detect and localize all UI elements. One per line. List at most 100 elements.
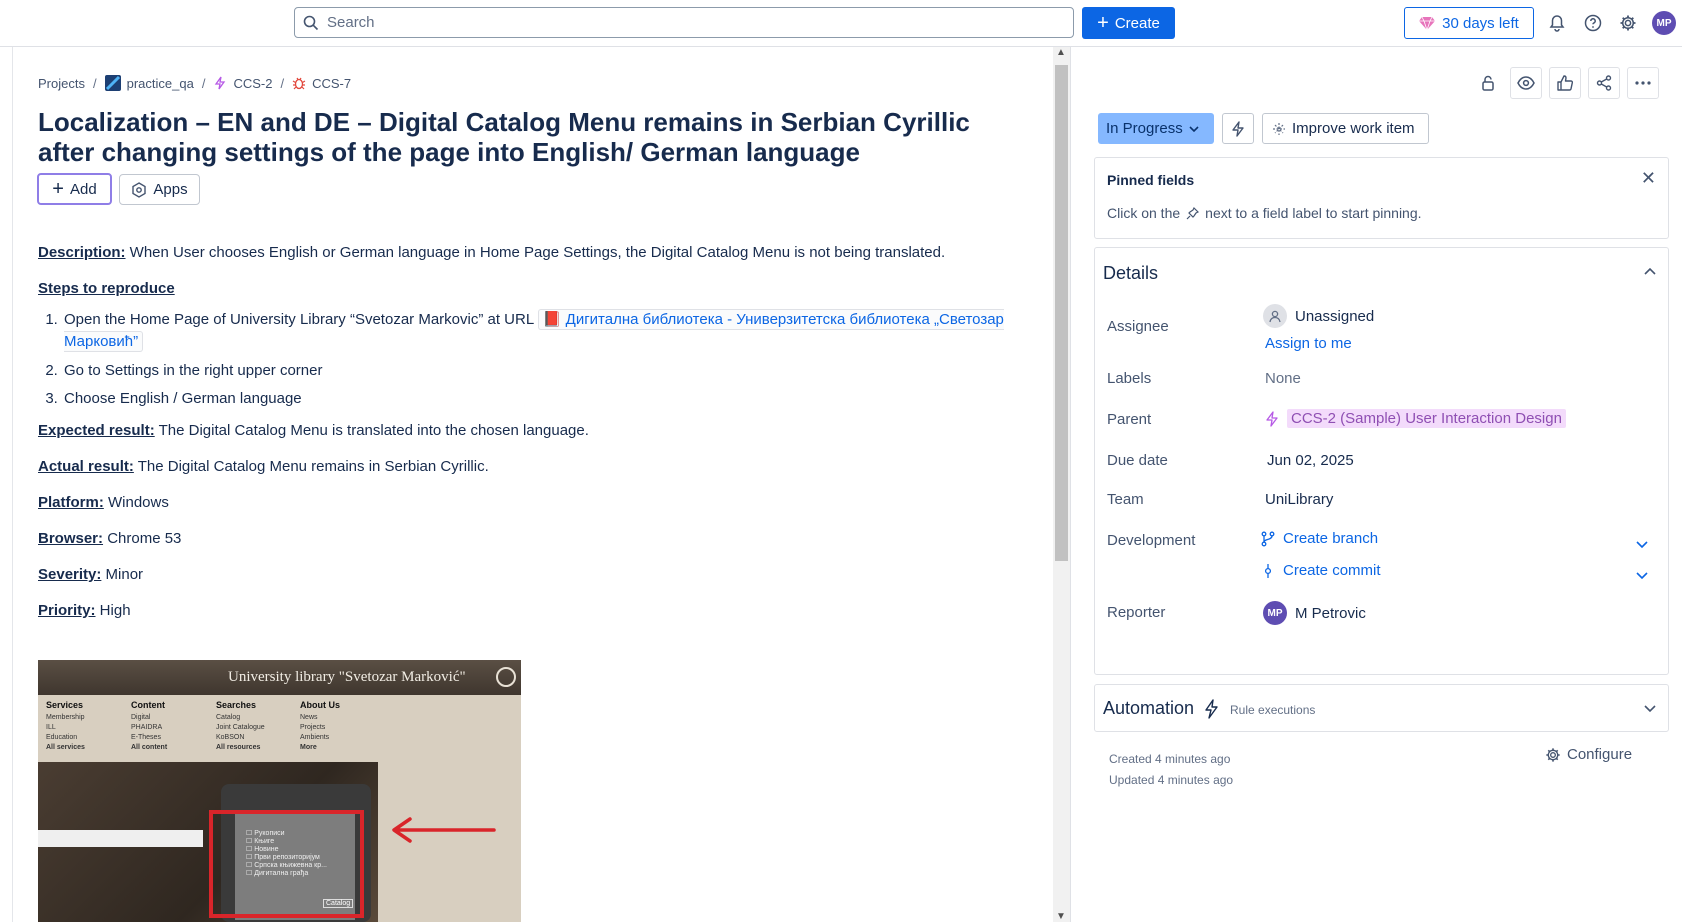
configure-button[interactable]: Configure	[1545, 746, 1632, 763]
automation-lightning-icon	[1205, 699, 1218, 719]
chevron-up-icon[interactable]	[1644, 262, 1656, 278]
automation-actions-button[interactable]	[1222, 113, 1254, 144]
pin-icon	[1186, 206, 1200, 219]
breadcrumb-parent[interactable]: CCS-2	[213, 76, 272, 91]
create-label: Create	[1114, 14, 1160, 32]
reporter-name: M Petrovic	[1295, 604, 1366, 622]
close-icon[interactable]: ✕	[1641, 168, 1656, 189]
severity-text: Minor	[101, 566, 144, 583]
steps-label: Steps to reproduce	[38, 280, 175, 297]
breadcrumb-current[interactable]: CCS-7	[292, 76, 351, 91]
scroll-down-arrow-icon[interactable]: ▼	[1056, 911, 1066, 922]
breadcrumb: Projects / practice_qa / CCS-2 / CCS-7	[38, 75, 351, 91]
help-icon[interactable]	[1582, 12, 1604, 34]
epic-lightning-icon	[1266, 410, 1278, 427]
lock-icon[interactable]	[1472, 67, 1504, 99]
automation-card[interactable]: Automation Rule executions	[1094, 684, 1669, 732]
assignee-value[interactable]: Unassigned	[1263, 304, 1374, 328]
issue-title[interactable]: Localization – EN and DE – Digital Catal…	[38, 107, 998, 167]
details-card: Details Assignee Unassigned Assign to me…	[1094, 247, 1669, 675]
details-title[interactable]: Details	[1103, 263, 1158, 284]
notifications-bell-icon[interactable]	[1546, 12, 1568, 34]
project-avatar-icon	[104, 75, 121, 91]
bug-icon	[292, 77, 306, 90]
settings-gear-icon[interactable]	[1617, 12, 1639, 34]
attached-screenshot[interactable]: University library "Svetozar Marković" S…	[38, 660, 521, 922]
lightning-icon	[1232, 120, 1244, 137]
search-icon	[303, 15, 319, 30]
platform-label: Platform:	[38, 494, 104, 511]
platform-text: Windows	[103, 494, 169, 511]
create-button[interactable]: + Create	[1082, 7, 1175, 39]
breadcrumb-separator: /	[201, 75, 206, 91]
parent-label: Parent	[1107, 411, 1152, 428]
status-dropdown[interactable]: In Progress	[1098, 113, 1214, 144]
pinned-fields-title: Pinned fields	[1107, 172, 1195, 188]
screenshot-site-title: University library "Svetozar Marković"	[228, 669, 466, 685]
share-icon[interactable]	[1588, 67, 1620, 99]
scroll-up-arrow-icon[interactable]: ▲	[1056, 47, 1066, 58]
add-label: Add	[69, 180, 97, 198]
create-branch-label: Create branch	[1283, 530, 1379, 547]
create-branch-link[interactable]: Create branch	[1261, 530, 1378, 547]
reporter-avatar: MP	[1263, 601, 1287, 625]
more-actions-icon[interactable]	[1627, 67, 1659, 99]
top-navigation-bar: + Create 30 days left MP	[0, 0, 1682, 47]
severity: Severity: Minor	[38, 565, 1018, 585]
assign-to-me-link[interactable]: Assign to me	[1265, 335, 1352, 352]
reporter-value[interactable]: MP M Petrovic	[1263, 601, 1366, 625]
main-scrollbar[interactable]: ▲ ▼	[1053, 47, 1070, 922]
breadcrumb-separator: /	[92, 75, 97, 91]
labels-value[interactable]: None	[1265, 370, 1301, 387]
actual-result: Actual result: The Digital Catalog Menu …	[38, 457, 1018, 477]
menu-all: All resources	[216, 744, 261, 751]
parent-value[interactable]: CCS-2 (Sample) User Interaction Design	[1265, 409, 1566, 428]
search-input[interactable]	[327, 14, 1027, 31]
apps-icon	[132, 181, 147, 198]
user-avatar[interactable]: MP	[1652, 11, 1676, 35]
menu-all: All services	[46, 744, 85, 751]
expected-text: The Digital Catalog Menu is translated i…	[154, 422, 589, 439]
breadcrumb-project[interactable]: practice_qa	[104, 75, 194, 91]
trial-days-button[interactable]: 30 days left	[1404, 7, 1534, 39]
branch-chevron-down-icon[interactable]	[1636, 536, 1648, 552]
menu-heading: About Us	[300, 700, 340, 710]
parent-link[interactable]: CCS-2 (Sample) User Interaction Design	[1287, 409, 1566, 428]
search-box[interactable]	[294, 7, 1074, 38]
team-value[interactable]: UniLibrary	[1265, 491, 1333, 508]
menu-item: E-Theses	[131, 734, 161, 741]
step-item: Choose English / German language	[62, 389, 1018, 409]
description-paragraph: Description: When User chooses English o…	[38, 243, 1018, 263]
priority-label: Priority:	[38, 602, 96, 619]
vote-thumbs-up-icon[interactable]	[1549, 67, 1581, 99]
screenshot-menu-column: About Us News Projects Ambients More	[300, 700, 340, 753]
chevron-down-icon[interactable]	[1644, 700, 1656, 716]
menu-item: Joint Catalogue	[216, 724, 265, 731]
priority: Priority: High	[38, 601, 1018, 621]
menu-item: Catalog	[216, 714, 241, 721]
screenshot-menu-column: Services Membership ILL Education All se…	[46, 700, 85, 753]
breadcrumb-projects[interactable]: Projects	[38, 76, 85, 91]
improve-work-item-button[interactable]: Improve work item	[1262, 113, 1429, 144]
add-button[interactable]: + Add	[37, 173, 112, 205]
issue-description[interactable]: Description: When User chooses English o…	[38, 243, 1018, 637]
issue-main-content: Projects / practice_qa / CCS-2 / CCS-7 L…	[13, 47, 1053, 922]
scrollbar-thumb[interactable]	[1055, 65, 1068, 561]
due-date-value[interactable]: Jun 02, 2025	[1267, 452, 1354, 469]
pinned-hint-after: next to a field label to start pinning.	[1205, 205, 1422, 221]
apps-button[interactable]: Apps	[119, 174, 200, 205]
red-arrow-icon	[392, 817, 496, 843]
watch-eye-icon[interactable]	[1510, 67, 1542, 99]
menu-item: News	[300, 714, 318, 721]
menu-all: More	[300, 744, 317, 751]
screenshot-search-bar	[38, 830, 203, 847]
commit-chevron-down-icon[interactable]	[1636, 567, 1648, 583]
menu-item: ILL	[46, 724, 56, 731]
steps-list: Open the Home Page of University Library…	[62, 309, 1018, 409]
browser-text: Chrome 53	[103, 530, 182, 547]
menu-item: Ambients	[300, 734, 330, 741]
create-commit-link[interactable]: Create commit	[1261, 562, 1381, 579]
menu-item: PHAIDRA	[131, 724, 163, 731]
reporter-label: Reporter	[1107, 604, 1166, 621]
create-commit-label: Create commit	[1283, 562, 1381, 579]
